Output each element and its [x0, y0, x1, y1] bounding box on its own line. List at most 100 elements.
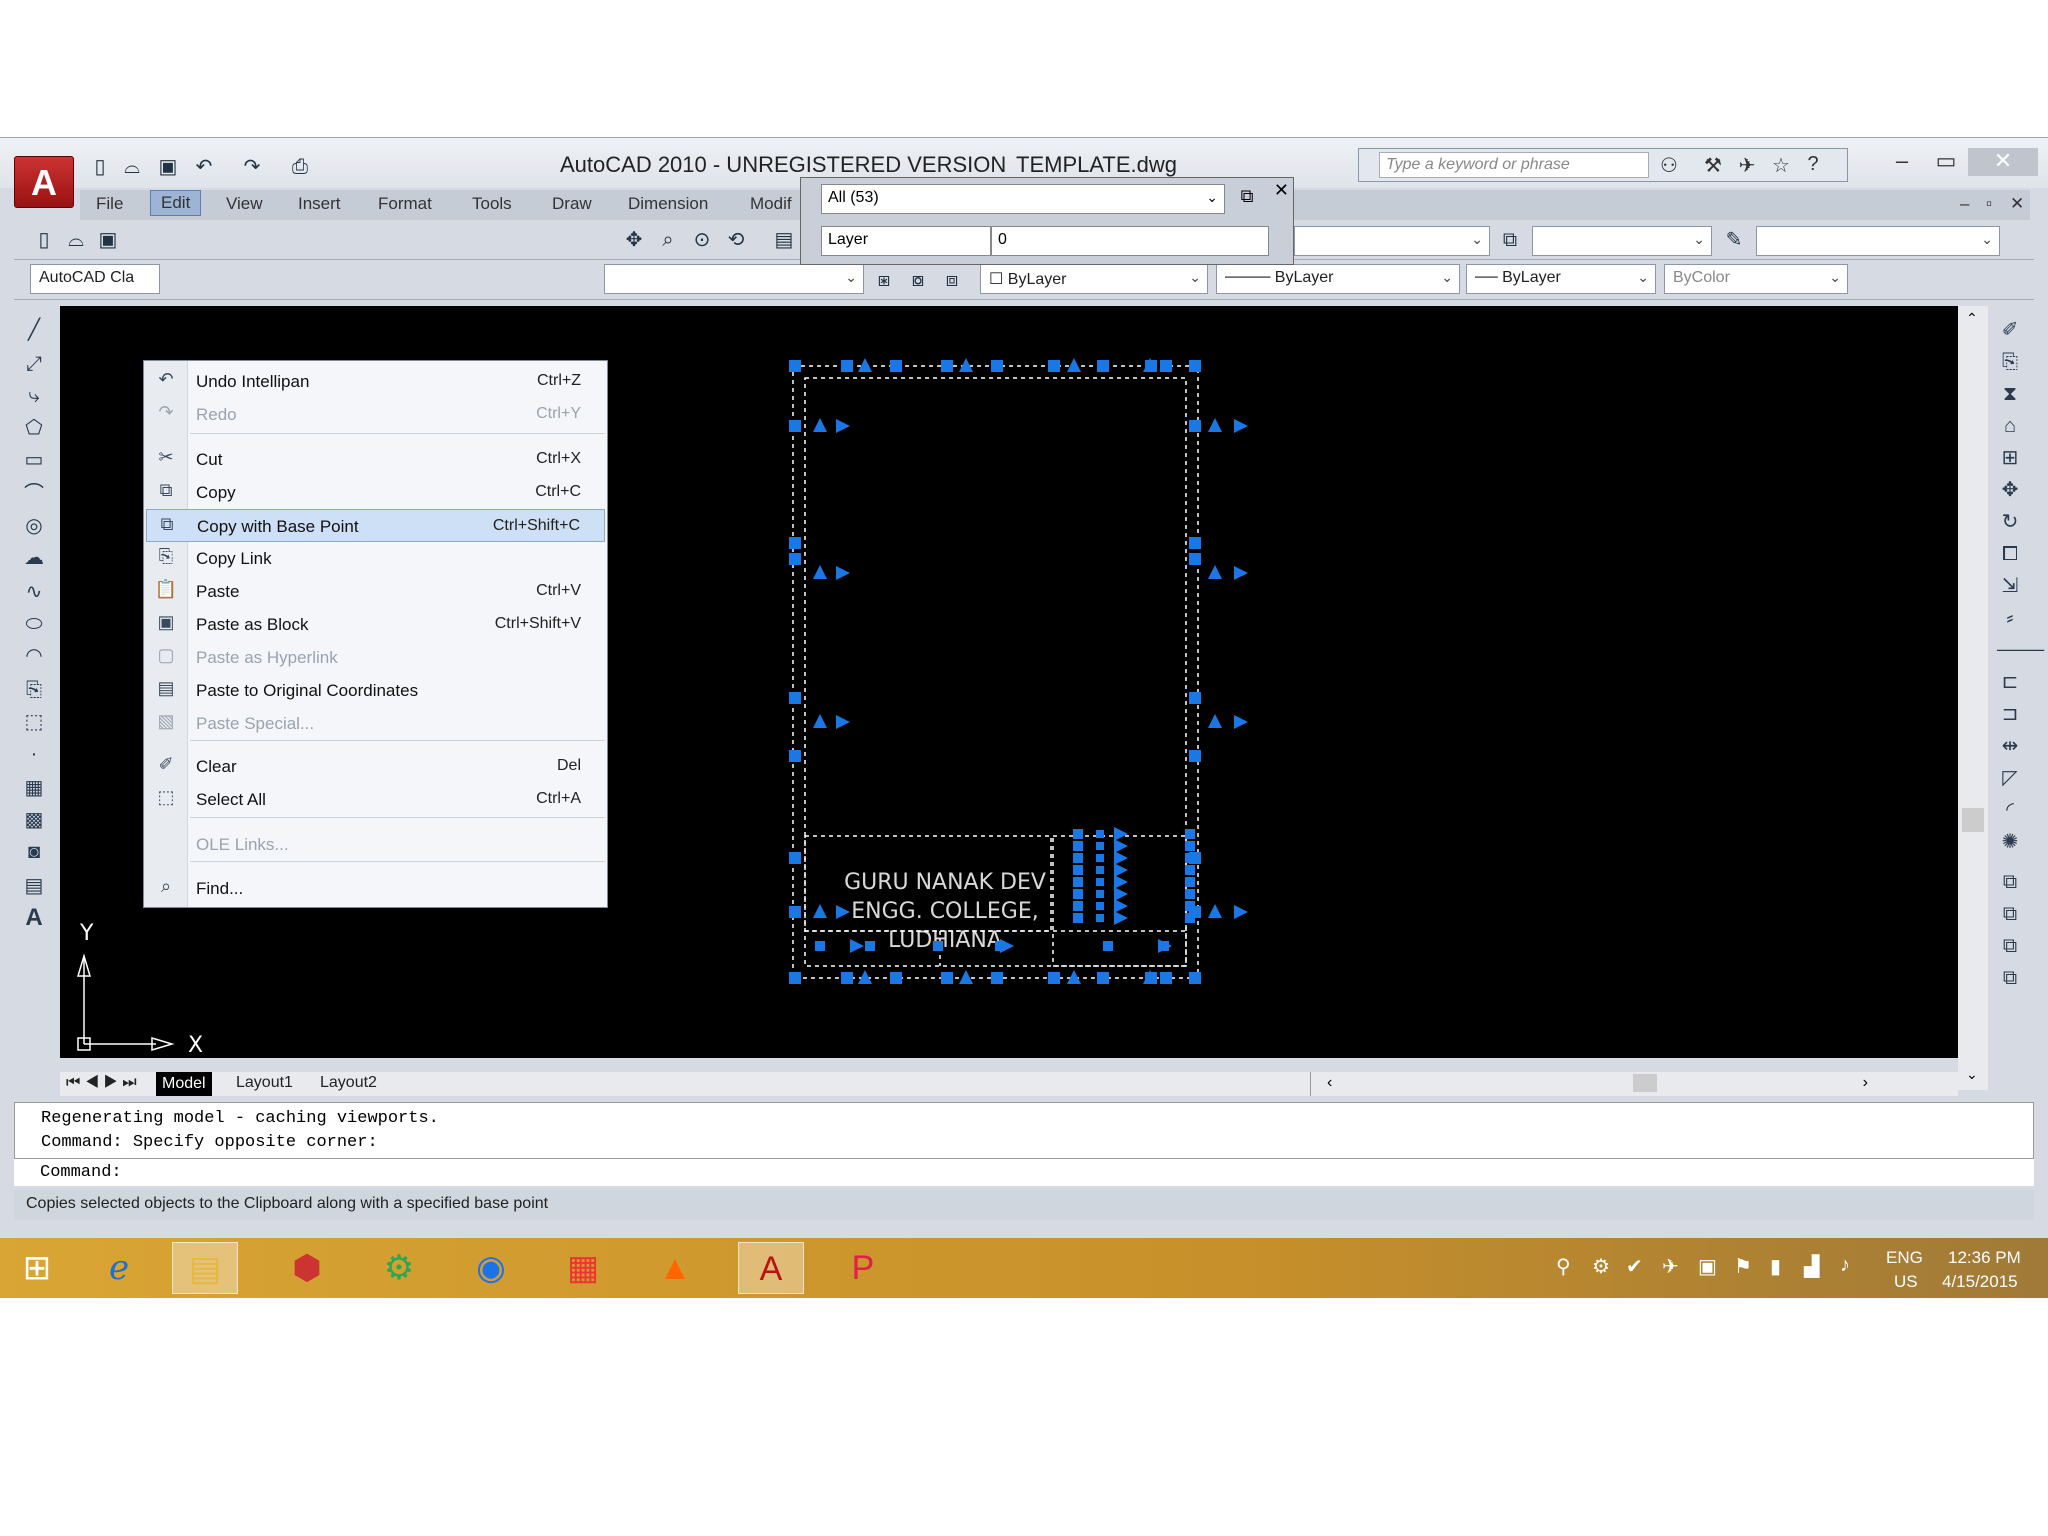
qnew-icon[interactable]: ▯ [30, 226, 58, 254]
hatch-icon[interactable]: ▦ [20, 774, 48, 802]
menu-item-cut[interactable]: ✂ Cut Ctrl+X [146, 443, 605, 476]
menu-item-undo-intellipan[interactable]: ↶ Undo Intellipan Ctrl+Z [146, 365, 605, 398]
hscroll-thumb[interactable] [1633, 1074, 1657, 1092]
menu-item-copy-with-base-point[interactable]: ⧉ Copy with Base Point Ctrl+Shift+C [146, 509, 605, 542]
menu-item-copy-link[interactable]: ⎘ Copy Link [146, 542, 605, 575]
menu-dimension[interactable]: Dimension [628, 194, 708, 214]
scroll-up-icon[interactable]: ⌃ [1966, 310, 1978, 327]
grip-square[interactable] [1096, 902, 1104, 910]
grip-square[interactable] [890, 360, 902, 372]
grip-arrow[interactable] [836, 905, 850, 919]
grip-square[interactable] [1048, 972, 1060, 984]
draworder-front-icon[interactable]: ⧉ [1996, 868, 2024, 896]
spline-icon[interactable]: ∿ [20, 578, 48, 606]
gradient-icon[interactable]: ▩ [20, 806, 48, 834]
array-icon[interactable]: ⊞ [1996, 444, 2024, 472]
grip-arrow[interactable] [1208, 418, 1222, 432]
grip-square[interactable] [1185, 901, 1195, 911]
break-at-point-icon[interactable]: ⊏ [1996, 668, 2024, 696]
style-dropdown[interactable]: ⌄ [1532, 226, 1712, 256]
grip-arrow[interactable] [1208, 714, 1222, 728]
polygon-icon[interactable]: ⬠ [20, 414, 48, 442]
minimize-button[interactable]: – [1880, 148, 1924, 176]
zoom-realtime-icon[interactable]: ⌕ [654, 226, 682, 254]
open-icon[interactable]: ⌓ [118, 155, 146, 179]
tray-icon-3[interactable]: ✔ [1626, 1254, 1643, 1279]
revision-cloud-icon[interactable]: ☁ [20, 544, 48, 572]
tray-icon-1[interactable]: ⚲ [1556, 1254, 1571, 1279]
grip-square[interactable] [789, 360, 801, 372]
grip-square[interactable] [1185, 889, 1195, 899]
layer-props-icon[interactable]: ⧆ [870, 266, 898, 294]
menu-draw[interactable]: Draw [552, 194, 592, 214]
grip-square[interactable] [865, 941, 875, 951]
join-icon[interactable]: ⇹ [1996, 732, 2024, 760]
grip-arrow[interactable] [1114, 839, 1128, 853]
grip-square[interactable] [789, 692, 801, 704]
grip-square[interactable] [1185, 877, 1195, 887]
grip-arrow[interactable] [1208, 904, 1222, 918]
start-icon[interactable]: ⊞ [4, 1242, 70, 1294]
grip-arrow[interactable] [813, 904, 827, 918]
menu-item-paste-to-original-coordinates[interactable]: ▤ Paste to Original Coordinates [146, 674, 605, 707]
draworder-under-icon[interactable]: ⧉ [1996, 964, 2024, 992]
grip-square[interactable] [1189, 537, 1201, 549]
powerpoint-icon[interactable]: P [830, 1242, 896, 1294]
save-icon[interactable]: ▣ [154, 155, 182, 179]
grip-arrow[interactable] [1208, 565, 1222, 579]
grip-arrow[interactable] [1114, 851, 1128, 865]
subscription-icon[interactable]: ⚒ [1699, 153, 1727, 179]
menu-item-paste[interactable]: 📋 Paste Ctrl+V [146, 575, 605, 608]
grip-square[interactable] [933, 941, 943, 951]
grip-square[interactable] [1097, 972, 1109, 984]
command-line[interactable]: Command: [14, 1158, 2034, 1186]
clock-time[interactable]: 12:36 PM [1948, 1248, 2021, 1268]
menu-edit[interactable]: Edit [150, 190, 202, 216]
grip-square[interactable] [1096, 854, 1104, 862]
grip-arrow[interactable] [1067, 358, 1081, 372]
grip-square[interactable] [1073, 889, 1083, 899]
ellipse-icon[interactable]: ⬭ [20, 610, 48, 638]
grip-square[interactable] [1185, 865, 1195, 875]
file-explorer-icon[interactable]: ▤ [172, 1242, 238, 1294]
command-prompt[interactable]: Command: [40, 1163, 122, 1182]
color-combo[interactable]: ☐ ByLayer ⌄ [980, 264, 1208, 294]
grip-square[interactable] [1073, 913, 1083, 923]
grip-square[interactable] [941, 360, 953, 372]
trim-icon[interactable]: ⸗ [1996, 604, 2024, 632]
grip-square[interactable] [1160, 360, 1172, 372]
undo-icon[interactable]: ↶ [190, 155, 218, 179]
grip-square[interactable] [1185, 841, 1195, 851]
make-block-icon[interactable]: ⬚ [20, 708, 48, 736]
scroll-down-icon[interactable]: ⌄ [1966, 1066, 1978, 1083]
draworder-above-icon[interactable]: ⧉ [1996, 932, 2024, 960]
region-icon[interactable]: ◙ [20, 838, 48, 866]
binoculars-icon[interactable]: ⚇ [1655, 153, 1683, 179]
grip-square[interactable] [1097, 360, 1109, 372]
grip-square[interactable] [1189, 972, 1201, 984]
layer-filter-combo[interactable]: All (53) ⌄ [821, 184, 1225, 214]
scroll-right-icon[interactable]: › [1863, 1074, 1868, 1092]
fillet-icon[interactable]: ◜ [1996, 796, 2024, 824]
line-icon[interactable]: ╱ [20, 316, 48, 344]
grip-square[interactable] [890, 972, 902, 984]
app-icon-3[interactable]: ⬢ [274, 1242, 340, 1294]
grip-arrow[interactable] [1234, 905, 1248, 919]
grip-square[interactable] [941, 972, 953, 984]
menu-item-copy[interactable]: ⧉ Copy Ctrl+C [146, 476, 605, 509]
tray-icon-5[interactable]: ▣ [1698, 1254, 1717, 1279]
arc-icon[interactable]: ⌒ [20, 480, 48, 508]
construction-line-icon[interactable]: ⤢ [20, 350, 48, 378]
menu-modify[interactable]: Modif [750, 194, 792, 214]
menu-item-paste-special[interactable]: ▧ Paste Special... [146, 707, 605, 740]
match-icon[interactable]: ✎ [1720, 226, 1748, 254]
layer-dropdown[interactable]: ⌄ [1294, 226, 1490, 256]
help-search-input[interactable]: Type a keyword or phrase [1379, 152, 1649, 178]
chamfer-icon[interactable]: ◸ [1996, 764, 2024, 792]
grip-square[interactable] [789, 750, 801, 762]
grip-square[interactable] [1185, 829, 1195, 839]
properties-icon[interactable]: ▤ [770, 226, 798, 254]
tray-icon-2[interactable]: ⚙ [1592, 1254, 1610, 1279]
grip-square[interactable] [1185, 913, 1195, 923]
grip-arrow[interactable] [1114, 899, 1128, 913]
